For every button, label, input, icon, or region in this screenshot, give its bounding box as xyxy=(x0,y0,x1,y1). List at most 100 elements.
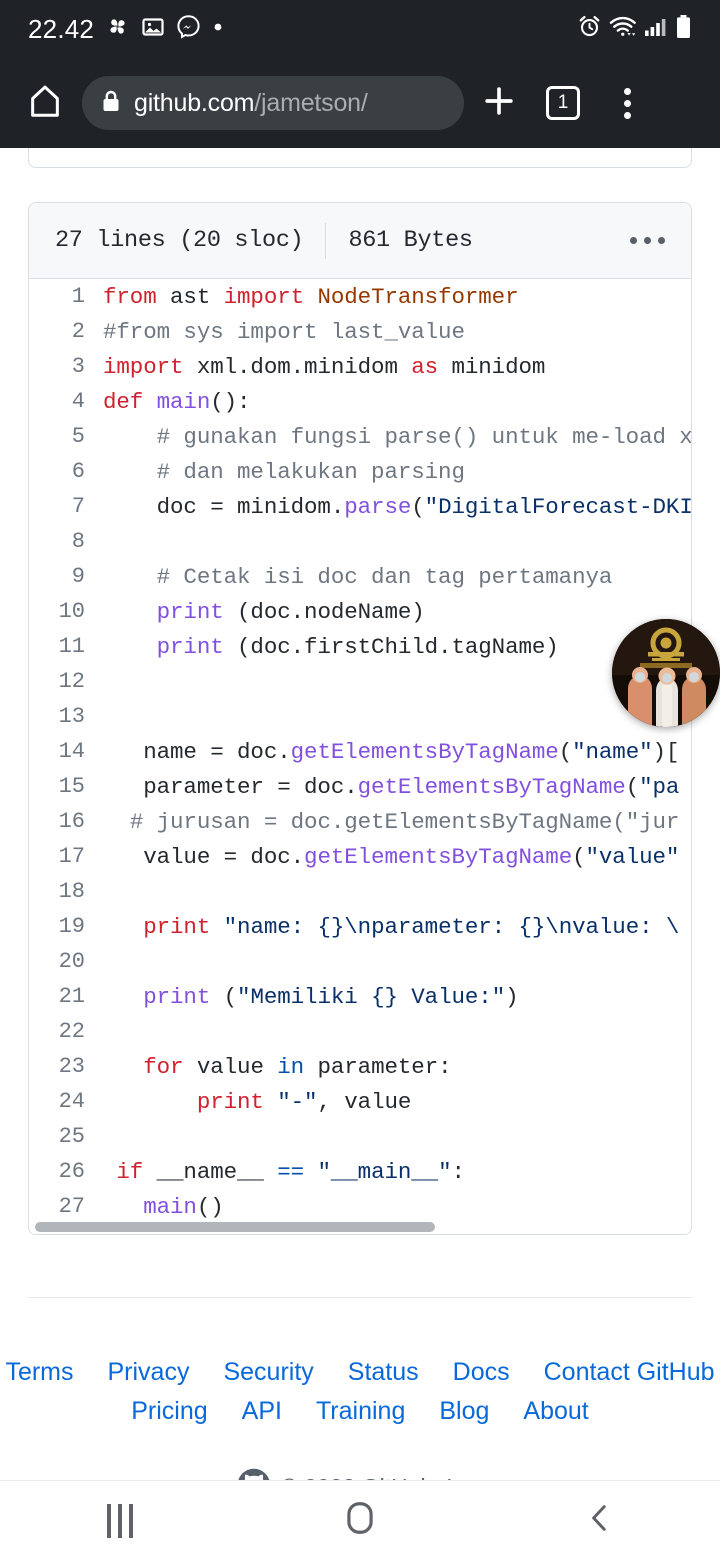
line-number: 25 xyxy=(58,1124,85,1149)
browser-menu-button[interactable] xyxy=(598,74,656,132)
line-content: # gunakan fungsi parse() untuk me-load x xyxy=(156,423,691,450)
line-number: 19 xyxy=(58,914,85,939)
footer-link-api[interactable]: API xyxy=(242,1397,282,1426)
code-line: 22 xyxy=(29,1014,691,1049)
line-number: 18 xyxy=(58,879,85,904)
line-number: 21 xyxy=(58,984,85,1009)
code-line: 13 xyxy=(29,699,691,734)
footer-link-contact-github[interactable]: Contact GitHub xyxy=(544,1358,715,1387)
line-number: 6 xyxy=(71,459,85,484)
file-header-bar: 27 lines (20 sloc) 861 Bytes xyxy=(29,203,691,279)
line-number: 27 xyxy=(58,1194,85,1219)
footer-link-security[interactable]: Security xyxy=(223,1358,313,1387)
line-content: main() xyxy=(143,1193,224,1220)
new-tab-button[interactable] xyxy=(470,74,528,132)
footer-link-blog[interactable]: Blog xyxy=(439,1397,489,1426)
line-number: 4 xyxy=(71,389,85,414)
code-line: 14 name = doc.getElementsByTagName("name… xyxy=(29,734,691,769)
line-number: 12 xyxy=(58,669,85,694)
scrollbar-thumb[interactable] xyxy=(35,1222,435,1232)
footer-link-training[interactable]: Training xyxy=(316,1397,405,1426)
line-content: print (doc.firstChild.tagName) xyxy=(156,633,559,660)
footer-link-about[interactable]: About xyxy=(523,1397,588,1426)
footer-link-docs[interactable]: Docs xyxy=(453,1358,510,1387)
kebab-menu-icon xyxy=(623,87,631,119)
line-content: parameter = doc.getElementsByTagName("pa xyxy=(103,773,680,800)
github-logo-icon xyxy=(237,1468,271,1480)
file-view-box: 27 lines (20 sloc) 861 Bytes 1 from ast i… xyxy=(28,202,692,1235)
more-actions-button[interactable] xyxy=(630,237,665,244)
footer-link-status[interactable]: Status xyxy=(348,1358,419,1387)
code-line: 23 for value in parameter: xyxy=(29,1049,691,1084)
footer-github-mark: © 2022 GitHub, Inc. xyxy=(237,1468,483,1480)
code-line: 5 # gunakan fungsi parse() untuk me-load… xyxy=(29,419,691,454)
code-line: 20 xyxy=(29,944,691,979)
android-status-bar: 22.42 xyxy=(0,0,720,58)
code-line: 16 # jurusan = doc.getElementsByTagName(… xyxy=(29,804,691,839)
footer-link-terms[interactable]: Terms xyxy=(5,1358,73,1387)
recents-icon xyxy=(107,1503,133,1538)
home-icon xyxy=(26,82,64,125)
android-nav-bar xyxy=(0,1480,720,1560)
messenger-chat-head[interactable] xyxy=(612,619,720,727)
browser-home-button[interactable] xyxy=(18,76,72,130)
code-line: 10 print (doc.nodeName) xyxy=(29,594,691,629)
partial-panel-above xyxy=(28,148,692,168)
line-number: 2 xyxy=(71,319,85,344)
code-line: 25 xyxy=(29,1119,691,1154)
code-line: 7 doc = minidom.parse("DigitalForecast-D… xyxy=(29,489,691,524)
line-number: 14 xyxy=(58,739,85,764)
line-content: if __name__ == "__main__": xyxy=(116,1158,465,1185)
line-number: 13 xyxy=(58,704,85,729)
line-number: 8 xyxy=(71,529,85,554)
nav-back-button[interactable] xyxy=(480,1481,720,1560)
line-content: name = doc.getElementsByTagName("name")[ xyxy=(103,738,680,765)
footer-link-pricing[interactable]: Pricing xyxy=(131,1397,207,1426)
line-content: print ("Memiliki {} Value:") xyxy=(143,983,519,1010)
line-number: 3 xyxy=(71,354,85,379)
nav-home-button[interactable] xyxy=(240,1481,480,1560)
line-number: 1 xyxy=(71,284,85,309)
line-number: 5 xyxy=(71,424,85,449)
url-path: /jametson/ xyxy=(254,88,368,117)
footer-link-privacy[interactable]: Privacy xyxy=(108,1358,190,1387)
page-content: 27 lines (20 sloc) 861 Bytes 1 from ast i… xyxy=(0,148,720,1480)
line-content: def main(): xyxy=(103,388,251,415)
line-content: import xml.dom.minidom as minidom xyxy=(103,353,546,380)
code-line: 12 xyxy=(29,664,691,699)
line-number: 7 xyxy=(71,494,85,519)
footer-links-row-1: Terms Privacy Security Status Docs Contact Gi… xyxy=(0,1358,720,1387)
code-line: 19 print "name: {}\nparameter: {}\nvalue… xyxy=(29,909,691,944)
code-line: 17 value = doc.getElementsByTagName("val… xyxy=(29,839,691,874)
nav-recents-button[interactable] xyxy=(0,1481,240,1560)
url-domain: github.com xyxy=(134,88,255,117)
status-bar-clock: 22.42 xyxy=(28,13,95,44)
code-line: 15 parameter = doc.getElementsByTagName(… xyxy=(29,769,691,804)
tab-switcher-button[interactable]: 1 xyxy=(534,74,592,132)
alarm-icon xyxy=(577,14,602,44)
dot-icon xyxy=(212,20,224,38)
url-bar[interactable]: github.com/jametson/ xyxy=(82,76,464,130)
code-line: 21 print ("Memiliki {} Value:") xyxy=(29,979,691,1014)
line-number: 24 xyxy=(58,1089,85,1114)
plus-icon xyxy=(480,82,518,125)
lock-icon xyxy=(100,89,122,118)
code-blob[interactable]: 1 from ast import NodeTransformer 2 #from s… xyxy=(29,279,691,1234)
line-number: 11 xyxy=(58,634,85,659)
battery-icon xyxy=(675,14,692,45)
browser-toolbar: github.com/jametson/ 1 xyxy=(0,58,720,148)
line-number: 20 xyxy=(58,949,85,974)
line-content: # Cetak isi doc dan tag pertamanya xyxy=(156,563,613,590)
line-number: 22 xyxy=(58,1019,85,1044)
code-line: 24 print "-", value xyxy=(29,1084,691,1119)
footer-links-row-2: Pricing API Training Blog About xyxy=(0,1397,720,1426)
pinwheel-icon xyxy=(105,14,130,44)
line-content: from ast import NodeTransformer xyxy=(103,283,519,310)
line-content: # dan melakukan parsing xyxy=(156,458,465,485)
code-horizontal-scrollbar[interactable] xyxy=(29,1220,691,1234)
code-line: 26 if __name__ == "__main__": xyxy=(29,1154,691,1189)
line-content: value = doc.getElementsByTagName("value" xyxy=(103,843,680,870)
file-size-info: 861 Bytes xyxy=(348,227,473,254)
line-number: 10 xyxy=(58,599,85,624)
file-lines-info: 27 lines (20 sloc) xyxy=(55,227,304,254)
